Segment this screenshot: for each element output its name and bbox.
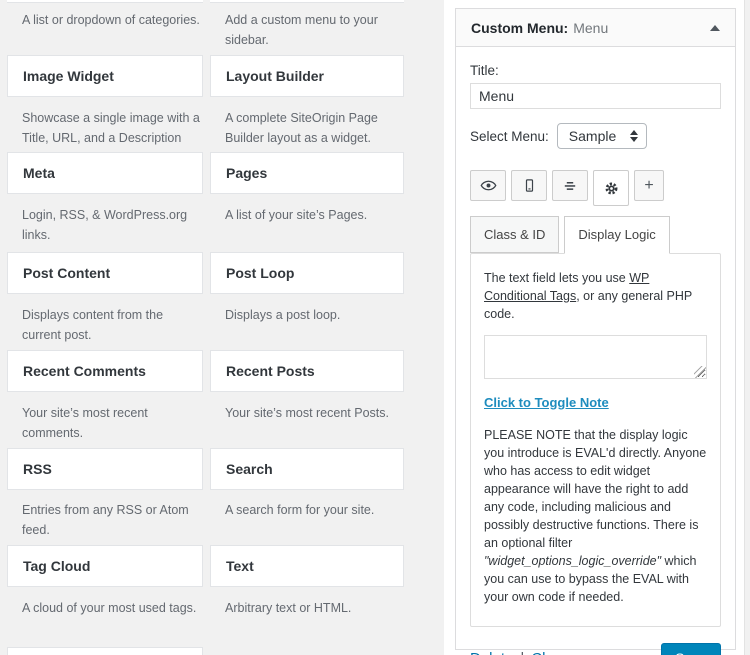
available-widgets-grid: A list or dropdown of categories. Image … xyxy=(0,0,444,655)
alignment-tab[interactable] xyxy=(552,170,588,201)
cutoff-card-bottom xyxy=(7,0,203,3)
page-right-gutter xyxy=(744,0,750,655)
widget-title: Tag Cloud xyxy=(23,558,90,574)
visibility-tab[interactable] xyxy=(470,170,506,201)
widget-card-rss[interactable]: RSS xyxy=(7,448,203,490)
widget-card-pages[interactable]: Pages xyxy=(210,152,404,194)
widget-title: Search xyxy=(226,461,273,477)
plus-icon: + xyxy=(644,177,653,195)
widget-description: A complete SiteOrigin Page Builder layou… xyxy=(225,108,402,148)
settings-tab[interactable] xyxy=(593,170,629,206)
widget-title: RSS xyxy=(23,461,52,477)
title-field-label: Title: xyxy=(470,63,721,78)
display-logic-panel: The text field lets you use WP Condition… xyxy=(470,253,721,627)
widget-description: A list or dropdown of categories. xyxy=(22,10,201,30)
footer-separator: | xyxy=(520,650,524,655)
align-center-icon xyxy=(562,178,578,194)
widget-description: Arbitrary text or HTML. xyxy=(225,598,402,618)
widget-card-tag-cloud[interactable]: Tag Cloud xyxy=(7,545,203,587)
widget-title: Recent Posts xyxy=(226,363,315,379)
widget-panel-body: Title: Select Menu: Sample xyxy=(456,47,735,655)
widget-card-recent-comments[interactable]: Recent Comments xyxy=(7,350,203,392)
widget-description: Entries from any RSS or Atom feed. xyxy=(22,500,201,540)
widget-description: Showcase a single image with a Title, UR… xyxy=(22,108,201,148)
settings-sub-tabs: Class & ID Display Logic xyxy=(470,216,721,253)
note-text: PLEASE NOTE that the display logic you i… xyxy=(484,428,706,550)
widget-panel-title: Custom Menu: xyxy=(471,20,568,36)
add-tab[interactable]: + xyxy=(634,170,664,201)
close-link[interactable]: Close xyxy=(531,650,569,655)
cutoff-card-top xyxy=(7,647,203,655)
widget-panel-header[interactable]: Custom Menu: Menu xyxy=(456,9,735,47)
widget-description: A cloud of your most used tags. xyxy=(22,598,201,618)
widget-card-meta[interactable]: Meta xyxy=(7,152,203,194)
widget-title: Post Loop xyxy=(226,265,294,281)
tab-class-id[interactable]: Class & ID xyxy=(470,216,559,253)
eye-icon xyxy=(480,177,497,194)
intro-text: The text field lets you use xyxy=(484,271,629,285)
display-logic-intro: The text field lets you use WP Condition… xyxy=(484,269,707,323)
widget-panel-footer: Delete | Close Save xyxy=(470,643,721,655)
toggle-note-link[interactable]: Click to Toggle Note xyxy=(484,395,609,410)
delete-link[interactable]: Delete xyxy=(470,650,513,655)
widget-description: Add a custom menu to your sidebar. xyxy=(225,10,402,50)
mobile-icon xyxy=(522,178,537,193)
menu-select-dropdown[interactable]: Sample xyxy=(557,123,647,149)
select-arrows-icon xyxy=(630,130,638,142)
widget-title: Recent Comments xyxy=(23,363,146,379)
widget-card-image-widget[interactable]: Image Widget xyxy=(7,55,203,97)
option-icon-tabs: + xyxy=(470,170,721,206)
widget-description: Displays content from the current post. xyxy=(22,305,201,345)
widget-card-recent-posts[interactable]: Recent Posts xyxy=(210,350,404,392)
triangle-up-icon[interactable] xyxy=(710,25,720,31)
custom-menu-widget-panel: Custom Menu: Menu Title: Select Menu: Sa… xyxy=(455,8,736,650)
widget-card-post-content[interactable]: Post Content xyxy=(7,252,203,294)
menu-select-value: Sample xyxy=(569,128,616,144)
widget-card-search[interactable]: Search xyxy=(210,448,404,490)
devices-tab[interactable] xyxy=(511,170,547,201)
widget-card-post-loop[interactable]: Post Loop xyxy=(210,252,404,294)
select-menu-label: Select Menu: xyxy=(470,129,549,144)
display-logic-note: PLEASE NOTE that the display logic you i… xyxy=(484,426,707,606)
widget-description: Displays a post loop. xyxy=(225,305,402,325)
tab-display-logic[interactable]: Display Logic xyxy=(564,216,669,254)
widget-card-layout-builder[interactable]: Layout Builder xyxy=(210,55,404,97)
cutoff-card-bottom xyxy=(210,0,404,3)
widget-title: Text xyxy=(226,558,254,574)
widget-description: Login, RSS, & WordPress.org links. xyxy=(22,205,201,245)
widget-description: Your site’s most recent comments. xyxy=(22,403,201,443)
widget-title: Pages xyxy=(226,165,267,181)
title-input[interactable] xyxy=(470,83,721,109)
widget-description: A search form for your site. xyxy=(225,500,402,520)
widget-title: Post Content xyxy=(23,265,110,281)
display-logic-textarea[interactable] xyxy=(484,335,707,379)
widgets-column-1: A list or dropdown of categories. Image … xyxy=(7,0,203,655)
widget-title: Image Widget xyxy=(23,68,114,84)
widget-title: Layout Builder xyxy=(226,68,324,84)
widget-sidebar: Custom Menu: Menu Title: Select Menu: Sa… xyxy=(444,0,744,655)
note-filter-name: "widget_options_logic_override" xyxy=(484,554,661,568)
widget-description: Your site’s most recent Posts. xyxy=(225,403,402,423)
select-menu-row: Select Menu: Sample xyxy=(470,123,721,149)
widget-description: A list of your site’s Pages. xyxy=(225,205,402,225)
widget-panel-subtitle: Menu xyxy=(573,20,710,36)
widget-title: Meta xyxy=(23,165,55,181)
save-button[interactable]: Save xyxy=(661,643,721,655)
gear-icon xyxy=(603,180,620,197)
widget-card-text[interactable]: Text xyxy=(210,545,404,587)
widgets-column-2: Add a custom menu to your sidebar. Layou… xyxy=(210,0,404,655)
